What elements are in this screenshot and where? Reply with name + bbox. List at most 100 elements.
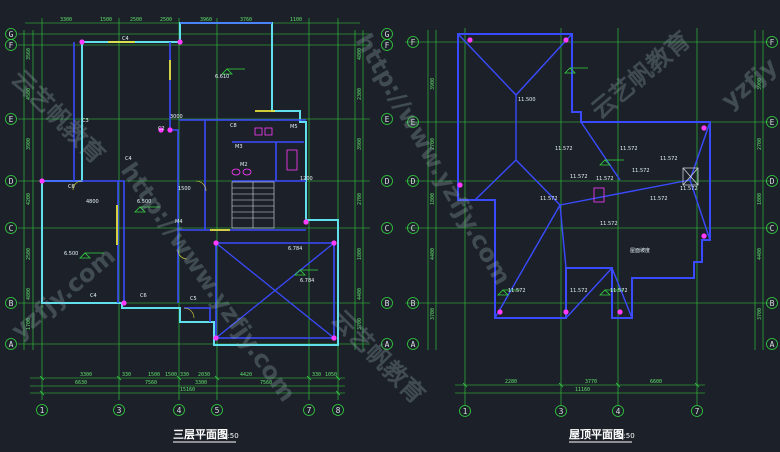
roof-axis-bottom-3-label: 3 bbox=[559, 407, 564, 416]
third-floor-axis-right-B-label: B bbox=[385, 299, 390, 308]
third-floor-axis-right-B: B bbox=[381, 297, 393, 309]
roof-axis-right-A: A bbox=[766, 338, 778, 350]
third-floor-axis-right-D: D bbox=[381, 175, 393, 187]
roof-labels: 11.500 11.572 11.572 11.572 11.572 11.572 11.5… bbox=[508, 97, 698, 294]
third-floor-axis-right-C: C bbox=[381, 222, 393, 234]
roof-axis-bubbles-bottom: 1 3 4 7 bbox=[459, 405, 703, 417]
third-floor-axis-left-A-label: A bbox=[9, 340, 14, 349]
third-floor-axis-bottom-8-label: 8 bbox=[336, 406, 341, 415]
third-floor-dim-top: 3300 bbox=[60, 17, 72, 23]
third-floor-axis-left-B: B bbox=[5, 297, 17, 309]
third-floor-dim-top: 3760 bbox=[240, 17, 252, 23]
third-floor-axis-bottom-3-label: 3 bbox=[117, 406, 122, 415]
third-floor-axis-bottom-8: 8 bbox=[332, 404, 344, 416]
third-floor-room-label: 6.500 bbox=[64, 251, 78, 257]
third-floor-room-label: C4 bbox=[125, 156, 132, 162]
third-floor-axis-bubbles-bottom: 1 3 4 5 7 8 bbox=[36, 404, 344, 416]
third-floor-dim-left: 3560 bbox=[26, 48, 32, 60]
third-floor-axis-left-C: C bbox=[5, 222, 17, 234]
third-floor-dim-right: 2700 bbox=[357, 193, 363, 205]
roof-axis-left-B-label: B bbox=[411, 299, 416, 308]
third-floor-axis-left-C-label: C bbox=[9, 224, 14, 233]
roof-plan-title: 屋顶平面图 bbox=[569, 428, 624, 441]
roof-label: 11.572 bbox=[650, 196, 668, 202]
third-floor-plan: GFEDCBA GFEDCBA 134578 C4C3C4C2C6C86.500… bbox=[5, 17, 393, 443]
third-floor-axis-left-F-label: F bbox=[9, 41, 14, 50]
third-floor-axis-right-D-label: D bbox=[385, 177, 390, 186]
third-floor-axis-right-G: G bbox=[381, 28, 393, 40]
third-floor-axis-right-E: E bbox=[381, 113, 393, 125]
roof-label: 11.572 bbox=[570, 174, 588, 180]
third-floor-dim-top: 2500 bbox=[130, 17, 142, 23]
third-floor-dim-bottom-2: 7560 bbox=[145, 380, 157, 386]
third-floor-dim-bottom-1: 330 bbox=[180, 372, 189, 378]
third-floor-dim-bottom-1: 1500 bbox=[148, 372, 160, 378]
third-floor-room-label: M3 bbox=[235, 144, 243, 150]
roof-axis-bottom-7-label: 7 bbox=[695, 407, 700, 416]
watermark-text: yzfjy bbox=[716, 52, 780, 115]
third-floor-room-label: M2 bbox=[240, 162, 248, 168]
watermark-layer: 云艺帆教育http://www.yzfjy.com 云艺帆教育http://www… bbox=[6, 26, 780, 409]
third-floor-room-label: M5 bbox=[290, 124, 298, 130]
third-floor-dim-bottom-1: 330 bbox=[122, 372, 131, 378]
roof-axis-bottom-1-label: 1 bbox=[463, 407, 468, 416]
third-floor-axis-left-G-label: G bbox=[9, 30, 14, 39]
roof-vent bbox=[593, 187, 605, 203]
third-floor-room-label: 4800 bbox=[86, 199, 99, 205]
third-floor-axis-left-E: E bbox=[5, 113, 17, 125]
roof-dim-bottom-1: 3770 bbox=[585, 379, 597, 385]
roof-label: 11.572 bbox=[620, 146, 638, 152]
roof-axis-left-C-label: C bbox=[411, 224, 416, 233]
roof-plan-scale: 1:50 bbox=[619, 432, 635, 440]
roof-axis-right-A-label: A bbox=[770, 340, 775, 349]
roof-label: 11.500 bbox=[518, 97, 536, 103]
watermark-text: yzfjy.com bbox=[6, 242, 121, 345]
third-floor-dim-top: 3960 bbox=[200, 17, 212, 23]
third-floor-dim-bottom-1: 1050 bbox=[325, 372, 337, 378]
roof-axis-bottom-3: 3 bbox=[555, 405, 567, 417]
third-floor-dim-bottom-1: 1500 bbox=[165, 372, 177, 378]
roof-axis-right-C-label: C bbox=[770, 224, 775, 233]
third-floor-scale: 1:50 bbox=[223, 432, 239, 440]
third-floor-dim-bottom-1: 3300 bbox=[80, 372, 92, 378]
third-floor-axis-left-B-label: B bbox=[9, 299, 14, 308]
roof-label: 11.572 bbox=[508, 288, 526, 294]
roof-axis-right-E-label: E bbox=[770, 118, 775, 127]
roof-axis-right-D-label: D bbox=[770, 177, 775, 186]
third-floor-axis-bottom-3: 3 bbox=[113, 404, 125, 416]
roof-axis-left-F-label: F bbox=[411, 38, 416, 47]
third-floor-axis-left-E-label: E bbox=[9, 115, 14, 124]
third-floor-axis-bottom-5: 5 bbox=[211, 404, 223, 416]
roof-dim-right: 4400 bbox=[757, 248, 763, 260]
third-floor-stairs bbox=[231, 181, 275, 229]
third-floor-dim-bottom-2: 6630 bbox=[75, 380, 87, 386]
roof-label: 11.572 bbox=[632, 168, 650, 174]
third-floor-dim-bottom-total: 15160 bbox=[180, 387, 195, 393]
roof-dim-left: 3700 bbox=[430, 308, 436, 320]
third-floor-windows bbox=[108, 41, 275, 245]
watermark-text: http://www.yzfjy.com bbox=[115, 157, 301, 407]
third-floor-dim-bottom-1: 2030 bbox=[198, 372, 210, 378]
roof-dim-right: 1800 bbox=[757, 193, 763, 205]
third-floor-dim-top: 2500 bbox=[160, 17, 172, 23]
third-floor-axis-bottom-1: 1 bbox=[36, 404, 48, 416]
third-floor-dim-right: 2300 bbox=[357, 88, 363, 100]
roof-label: 11.572 bbox=[596, 176, 614, 182]
third-floor-dim-top: 1500 bbox=[100, 17, 112, 23]
third-floor-room-label: 6.610 bbox=[215, 74, 229, 80]
third-floor-axis-bottom-5-label: 5 bbox=[215, 406, 220, 415]
third-floor-axis-grid bbox=[18, 18, 370, 400]
third-floor-room-label: 1500 bbox=[178, 186, 191, 192]
third-floor-room-label: 1200 bbox=[300, 176, 313, 182]
third-floor-axis-left-D-label: D bbox=[9, 177, 14, 186]
third-floor-axis-right-G-label: G bbox=[385, 30, 390, 39]
cad-drawing-canvas: GFEDCBA GFEDCBA 134578 C4 C3 C4 C2 C6 C8 6.500… bbox=[0, 0, 780, 452]
roof-label: 11.572 bbox=[555, 146, 573, 152]
third-floor-room-label: C5 bbox=[190, 296, 197, 302]
third-floor-dim-bottom-1: 4420 bbox=[240, 372, 252, 378]
roof-axis-right-B-label: B bbox=[770, 299, 775, 308]
roof-dim-right: 2700 bbox=[757, 138, 763, 150]
roof-axis-bubbles-left: FEDCBA bbox=[407, 36, 419, 350]
roof-label: 屋面坡度 bbox=[630, 247, 650, 254]
roof-dim-right: 3700 bbox=[757, 308, 763, 320]
